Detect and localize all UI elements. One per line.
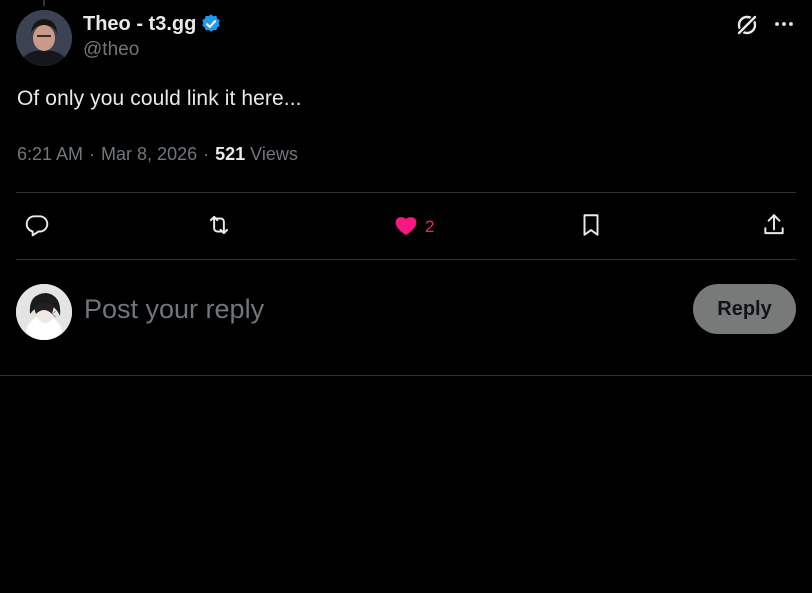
- divider: [16, 192, 796, 193]
- tweet-header: Theo - t3.gg @theo: [16, 10, 796, 66]
- meta-separator: ·: [89, 144, 96, 164]
- retweet-icon: [206, 212, 232, 243]
- share-icon: [761, 212, 787, 243]
- verified-badge-icon: [200, 13, 222, 35]
- meta-separator: ·: [203, 144, 210, 164]
- grok-icon[interactable]: [734, 12, 760, 38]
- author-display-name[interactable]: Theo - t3.gg: [83, 13, 196, 36]
- retweet-action-button[interactable]: [206, 213, 232, 241]
- reply-input[interactable]: [84, 294, 644, 325]
- user-avatar[interactable]: [16, 284, 72, 340]
- tweet-date[interactable]: Mar 8, 2026: [101, 144, 197, 165]
- author-handle[interactable]: @theo: [83, 39, 222, 61]
- reply-action-button[interactable]: [24, 213, 50, 241]
- divider: [0, 375, 812, 376]
- reply-composer: Reply: [16, 284, 796, 340]
- like-action-button[interactable]: 2: [393, 213, 434, 241]
- author-name-block[interactable]: Theo - t3.gg @theo: [83, 12, 222, 61]
- bookmark-icon: [578, 212, 604, 243]
- share-action-button[interactable]: [761, 213, 787, 241]
- reply-button[interactable]: Reply: [693, 284, 796, 334]
- tweet-meta: 6:21 AM · Mar 8, 2026 · 521 Views: [17, 144, 298, 165]
- tweet-text: Of only you could link it here...: [17, 87, 302, 110]
- reply-icon: [24, 212, 50, 243]
- views-count[interactable]: 521: [215, 144, 245, 165]
- more-icon[interactable]: [772, 12, 796, 36]
- author-avatar[interactable]: [16, 10, 72, 66]
- tweet-time[interactable]: 6:21 AM: [17, 144, 83, 165]
- divider: [16, 259, 796, 260]
- like-count: 2: [425, 217, 435, 236]
- heart-filled-icon: [393, 212, 419, 243]
- thread-connector-line: [43, 0, 45, 6]
- bookmark-action-button[interactable]: [578, 213, 604, 241]
- action-bar: 2: [16, 203, 796, 251]
- views-label[interactable]: Views: [250, 144, 298, 165]
